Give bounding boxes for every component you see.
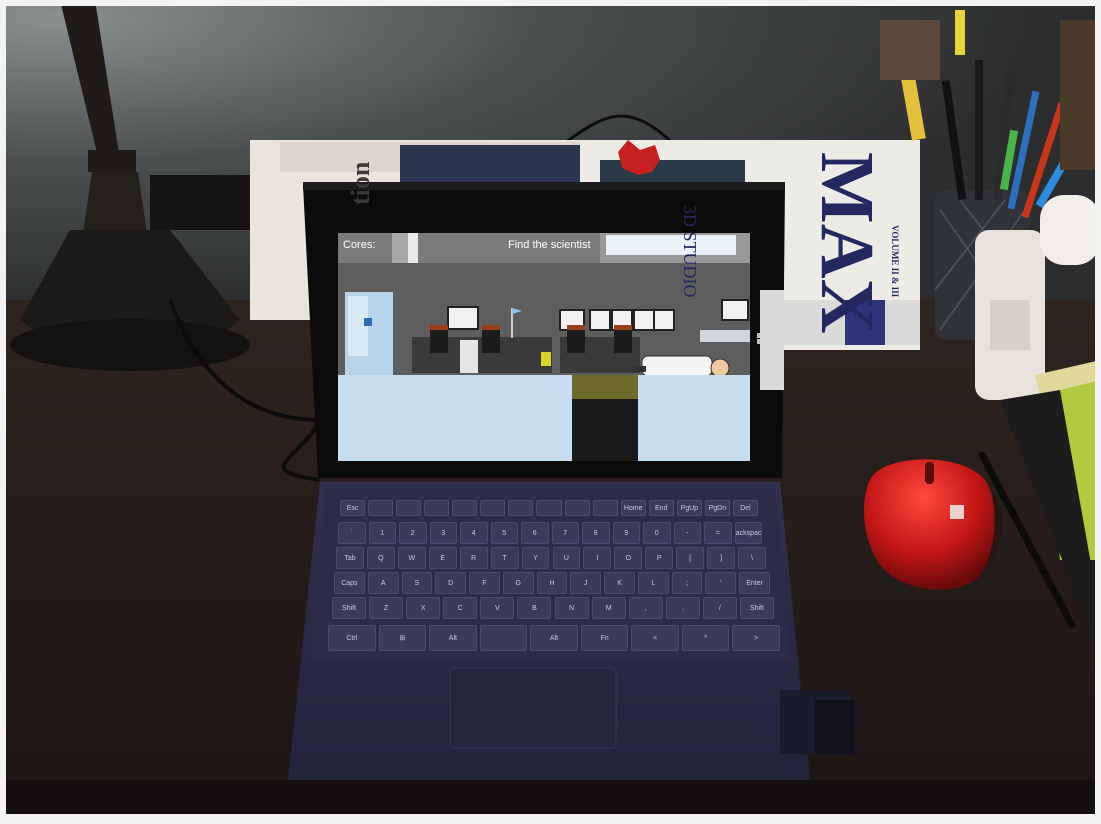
book-spine-title: 3D STUDIO xyxy=(680,205,700,298)
type-cover xyxy=(288,482,855,780)
scene-svg xyxy=(0,0,1101,824)
book-spine-big: MAX xyxy=(805,152,889,334)
book-spine-volume: VOLUME II & III xyxy=(890,225,900,298)
objective-text: Find the scientist xyxy=(508,239,591,251)
desk-photo: { "game": { "hud_cores_label": "Cores:",… xyxy=(0,0,1101,824)
book-side-text: tion xyxy=(346,161,375,205)
desk-front-edge xyxy=(0,780,1101,824)
game-screen xyxy=(338,233,784,461)
hud-cores-label: Cores: xyxy=(343,239,376,251)
